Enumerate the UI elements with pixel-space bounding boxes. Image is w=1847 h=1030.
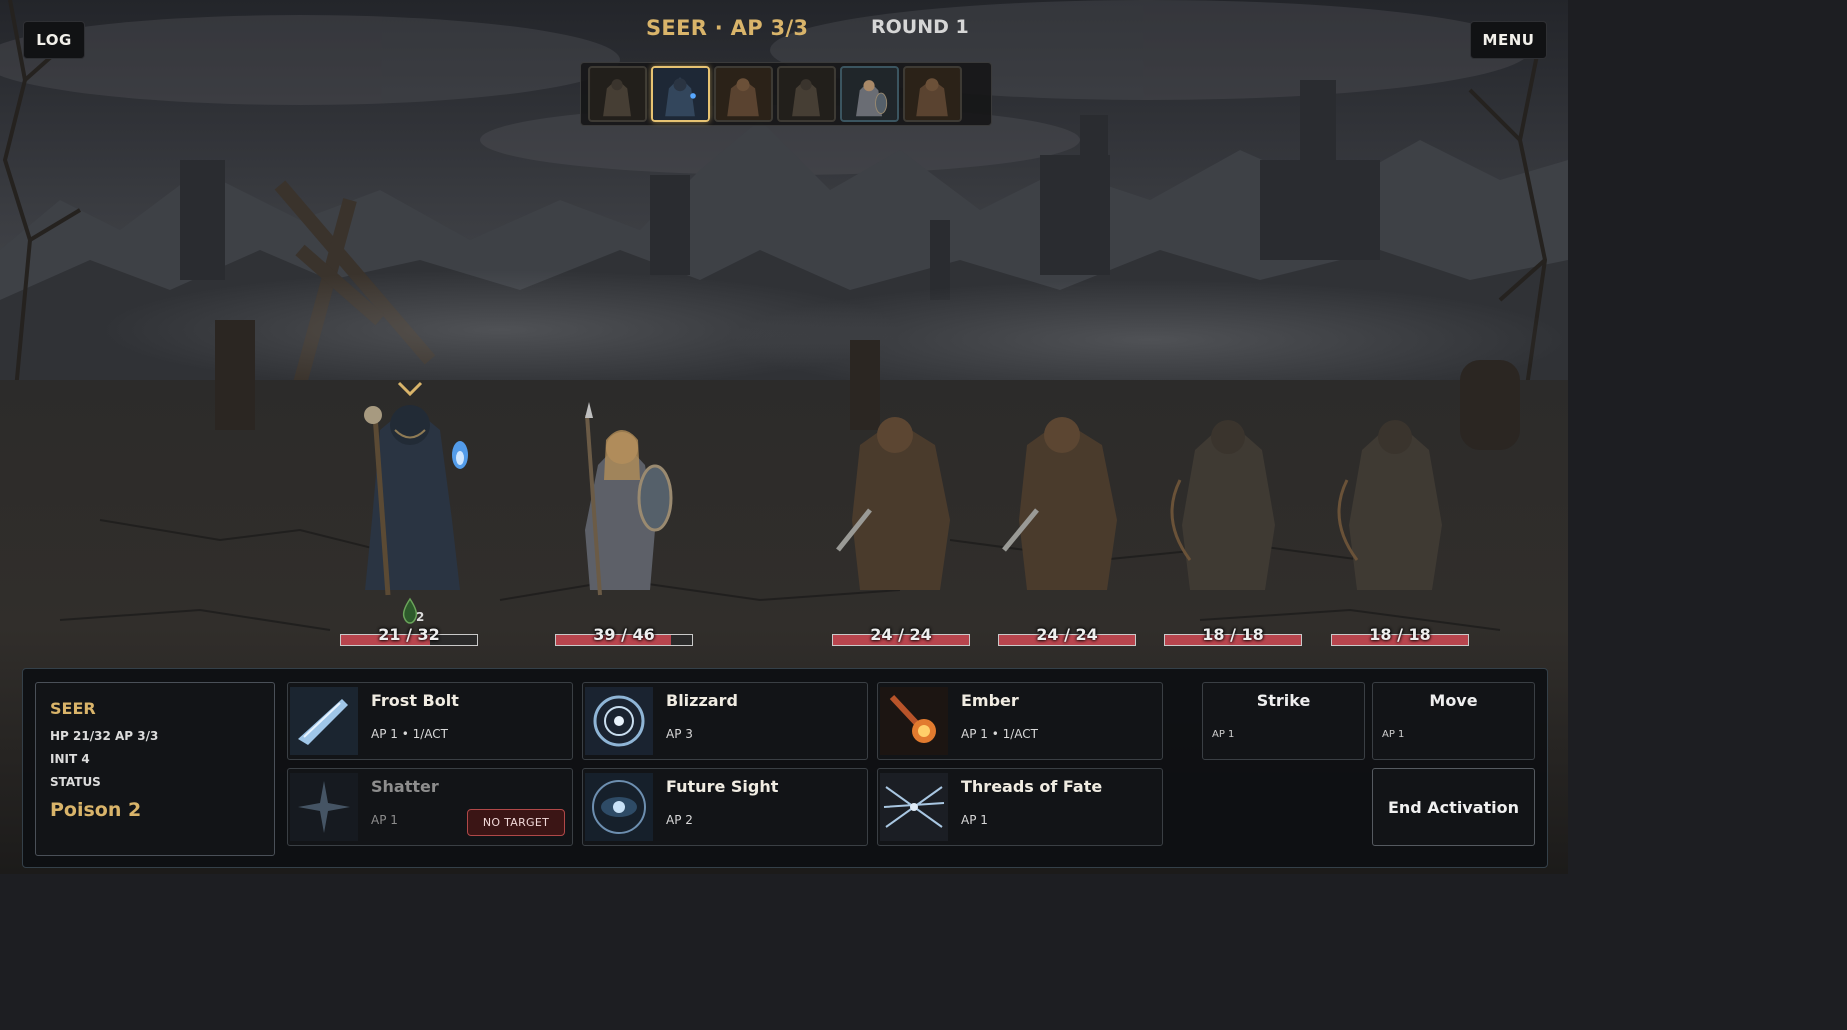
ability-name: Blizzard	[666, 691, 738, 710]
ember-icon	[880, 687, 948, 755]
seer-portrait-icon	[653, 68, 708, 120]
ability-cost: AP 1 • 1/ACT	[371, 727, 448, 741]
hp-text: 24 / 24	[870, 625, 932, 644]
brute-portrait-icon	[905, 68, 960, 120]
active-unit-chevron-icon	[397, 381, 423, 397]
ability-cost: AP 1 • 1/ACT	[961, 727, 1038, 741]
unit-hp-ap: HP 21/32 AP 3/3	[50, 729, 159, 743]
turn-title: SEER · AP 3/3	[646, 16, 809, 40]
strike-button[interactable]: Strike AP 1	[1202, 682, 1365, 760]
unit-status-value: Poison 2	[50, 799, 142, 821]
brute-portrait-icon	[716, 68, 771, 120]
round-label: ROUND 1	[871, 16, 969, 38]
turn-order-portrait-2[interactable]	[651, 66, 710, 122]
move-cost: AP 1	[1382, 729, 1405, 740]
strike-cost: AP 1	[1212, 729, 1235, 740]
unit-initiative: INIT 4	[50, 752, 90, 766]
turn-order-portrait-4[interactable]	[777, 66, 836, 122]
turn-order-bar	[580, 62, 992, 126]
frost-bolt-ability-button[interactable]: Frost Bolt AP 1 • 1/ACT	[287, 682, 573, 760]
future-sight-icon	[585, 773, 653, 841]
hp-text: 18 / 18	[1369, 625, 1431, 644]
turn-order-portrait-1[interactable]	[588, 66, 647, 122]
future-sight-ability-button[interactable]: Future Sight AP 2	[582, 768, 868, 846]
frost-bolt-icon	[290, 687, 358, 755]
turn-order-portrait-6[interactable]	[903, 66, 962, 122]
ability-cost: AP 1	[371, 813, 398, 827]
threads-of-fate-ability-button[interactable]: Threads of Fate AP 1	[877, 768, 1163, 846]
threads-of-fate-icon	[880, 773, 948, 841]
shatter-icon	[290, 773, 358, 841]
ability-name: Ember	[961, 691, 1019, 710]
turn-order-portrait-5[interactable]	[840, 66, 899, 122]
poison-stack-count: 2	[416, 610, 425, 624]
rogue-portrait-icon	[590, 68, 645, 120]
ability-cost: AP 2	[666, 813, 693, 827]
rogue-portrait-icon	[779, 68, 834, 120]
move-button[interactable]: Move AP 1	[1372, 682, 1535, 760]
ability-name: Future Sight	[666, 777, 779, 796]
menu-button[interactable]: MENU	[1470, 21, 1547, 59]
hp-text: 24 / 24	[1036, 625, 1098, 644]
no-target-badge: NO TARGET	[467, 809, 565, 836]
ember-ability-button[interactable]: Ember AP 1 • 1/ACT	[877, 682, 1163, 760]
ability-name: Threads of Fate	[961, 777, 1103, 796]
hp-text: 39 / 46	[593, 625, 655, 644]
turn-order-portrait-3[interactable]	[714, 66, 773, 122]
shieldmaiden-portrait-icon	[842, 68, 897, 120]
ability-name: Frost Bolt	[371, 691, 459, 710]
hp-text: 18 / 18	[1202, 625, 1264, 644]
end-activation-button[interactable]: End Activation	[1372, 768, 1535, 846]
log-button[interactable]: LOG	[23, 21, 85, 59]
blizzard-ability-button[interactable]: Blizzard AP 3	[582, 682, 868, 760]
hp-text: 21 / 32	[378, 625, 440, 644]
ability-name: Shatter	[371, 777, 439, 796]
shatter-ability-button[interactable]: Shatter AP 1 NO TARGET	[287, 768, 573, 846]
strike-label: Strike	[1256, 691, 1311, 710]
unit-name: SEER	[50, 699, 96, 718]
unit-status-label: STATUS	[50, 775, 101, 789]
ability-cost: AP 1	[961, 813, 988, 827]
blizzard-icon	[585, 687, 653, 755]
ability-cost: AP 3	[666, 727, 693, 741]
unit-info-card: SEER HP 21/32 AP 3/3 INIT 4 STATUS Poiso…	[35, 682, 275, 856]
move-label: Move	[1429, 691, 1478, 710]
